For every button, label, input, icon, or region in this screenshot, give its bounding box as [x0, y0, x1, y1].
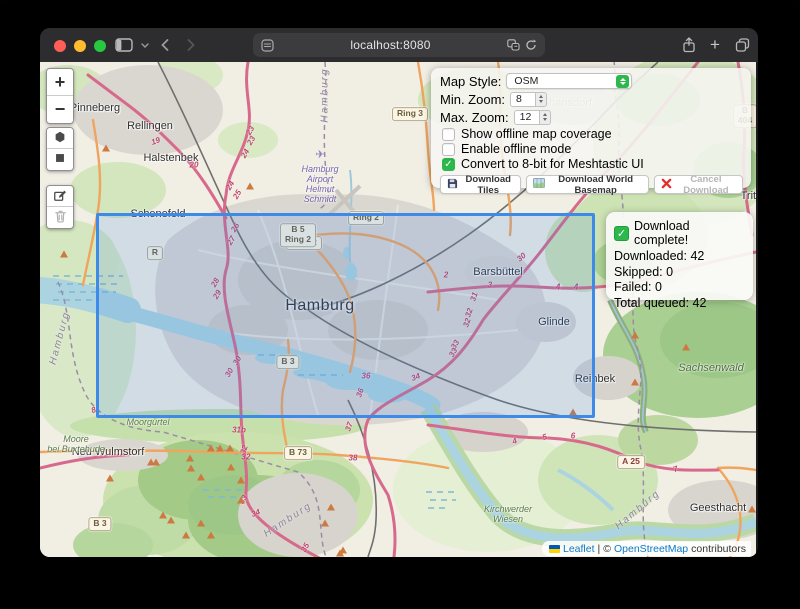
page-format-icon[interactable] — [261, 39, 274, 52]
attribution-separator: | — [598, 543, 601, 555]
status-skipped: Skipped: 0 — [614, 265, 745, 281]
offline-mode-row: ✓ Enable offline mode — [442, 142, 743, 156]
panel-buttons: Download Tiles Download World Basemap Ca… — [440, 175, 743, 194]
edit-toolbar — [46, 185, 74, 229]
status-title: Download complete! — [634, 219, 745, 247]
map-style-select[interactable]: OSM — [506, 73, 632, 89]
translate-icon[interactable] — [507, 39, 520, 51]
draw-rectangle-button[interactable] — [47, 149, 73, 170]
draw-toolbar — [46, 127, 74, 171]
trash-icon — [54, 209, 67, 226]
download-tiles-button[interactable]: Download Tiles — [440, 175, 521, 194]
save-icon — [447, 178, 458, 192]
download-control-panel: Map Style: OSM Min. Zoom: 8 Max. Zoom: 1… — [431, 68, 751, 188]
polygon-icon — [53, 130, 67, 147]
url-text[interactable]: localhost:8080 — [274, 38, 507, 52]
address-bar[interactable]: localhost:8080 — [253, 33, 545, 57]
ukraine-flag-icon — [549, 545, 560, 553]
copyright-symbol: © — [603, 543, 611, 555]
minimize-window-button[interactable] — [74, 40, 86, 52]
new-tab-button[interactable]: + — [706, 28, 724, 62]
offline-mode-label: Enable offline mode — [461, 142, 571, 156]
convert-8bit-label: Convert to 8-bit for Meshtastic UI — [461, 157, 644, 171]
desktop-background: localhost:8080 + — [0, 0, 800, 609]
leaflet-link[interactable]: Leaflet — [563, 543, 595, 555]
show-coverage-label: Show offline map coverage — [461, 127, 612, 141]
close-window-button[interactable] — [54, 40, 66, 52]
map-style-value: OSM — [514, 75, 616, 87]
offline-mode-checkbox[interactable]: ✓ — [442, 143, 455, 156]
map-style-label: Map Style: — [440, 74, 501, 89]
world-map-icon — [533, 178, 545, 191]
edit-layers-button[interactable] — [47, 186, 73, 207]
chevron-down-icon[interactable] — [138, 28, 152, 62]
status-total: Total queued: 42 — [614, 296, 745, 312]
delete-layers-button[interactable] — [47, 207, 73, 228]
map-attribution: Leaflet | © OpenStreetMap contributors — [542, 541, 751, 556]
reload-icon[interactable] — [525, 39, 537, 51]
zoom-in-button[interactable]: + — [47, 69, 73, 96]
zoom-window-button[interactable] — [94, 40, 106, 52]
sidebar-toggle-icon[interactable] — [112, 28, 136, 62]
map-viewport[interactable]: PinnebergRellingenHalstenbekSchenefeldHa… — [40, 62, 756, 557]
zoom-control: + − — [46, 68, 74, 124]
show-coverage-checkbox[interactable]: ✓ — [442, 128, 455, 141]
browser-titlebar: localhost:8080 + — [40, 28, 758, 62]
draw-polygon-button[interactable] — [47, 128, 73, 149]
browser-window: localhost:8080 + — [40, 28, 758, 557]
rectangle-icon — [53, 151, 67, 168]
show-coverage-row: ✓ Show offline map coverage — [442, 127, 743, 141]
convert-8bit-row: ✓ Convert to 8-bit for Meshtastic UI — [442, 157, 743, 171]
success-check-icon: ✓ — [614, 226, 629, 241]
download-world-basemap-button[interactable]: Download World Basemap — [526, 175, 648, 194]
download-status-panel: ✓ Download complete! Downloaded: 42 Skip… — [606, 212, 753, 300]
window-controls — [54, 40, 106, 52]
contributors-text: contributors — [691, 543, 746, 555]
select-stepper-icon — [616, 75, 629, 88]
min-zoom-label: Min. Zoom: — [440, 92, 505, 107]
max-zoom-input[interactable]: 12 — [514, 110, 540, 125]
share-icon[interactable] — [680, 28, 698, 62]
edit-icon — [53, 188, 67, 205]
back-button[interactable] — [157, 28, 173, 62]
zoom-out-button[interactable]: − — [47, 96, 73, 123]
selection-rectangle[interactable] — [96, 213, 595, 418]
min-zoom-input[interactable]: 8 — [510, 92, 536, 107]
openstreetmap-link[interactable]: OpenStreetMap — [614, 543, 688, 555]
max-zoom-label: Max. Zoom: — [440, 110, 509, 125]
cancel-download-button[interactable]: Cancel Download — [654, 175, 743, 194]
status-failed: Failed: 0 — [614, 280, 745, 296]
tab-overview-icon[interactable] — [732, 28, 752, 62]
min-zoom-stepper[interactable] — [536, 92, 547, 107]
max-zoom-stepper[interactable] — [540, 110, 551, 125]
convert-8bit-checkbox[interactable]: ✓ — [442, 158, 455, 171]
forward-button[interactable] — [183, 28, 199, 62]
status-downloaded: Downloaded: 42 — [614, 249, 745, 265]
cancel-x-icon — [661, 178, 672, 192]
